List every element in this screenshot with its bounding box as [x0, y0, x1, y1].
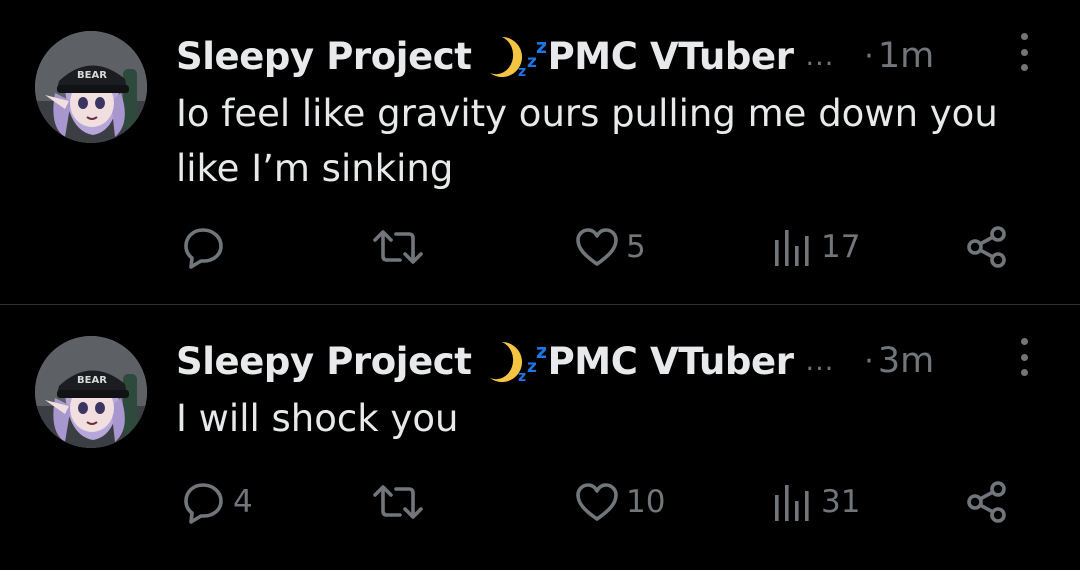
tweet-text: I will shock you — [176, 397, 459, 440]
heart-icon — [576, 228, 618, 266]
reply-bubble-icon — [184, 483, 223, 524]
svg-text:z: z — [536, 339, 546, 363]
svg-text:z: z — [518, 64, 526, 80]
like-button[interactable]: 10 — [574, 477, 665, 527]
cap-logo-text: BEAR — [77, 70, 107, 81]
retweet-icon — [373, 485, 423, 519]
share-icon — [967, 481, 1006, 523]
avatar[interactable]: BEAR — [35, 31, 147, 143]
separator-dot: · — [864, 343, 874, 379]
retweet-button[interactable] — [370, 477, 432, 527]
reply-count: 4 — [233, 484, 253, 520]
display-name-suffix[interactable]: PMC VTuber — [548, 35, 794, 78]
heart-icon — [576, 483, 618, 521]
views-bar-chart-icon — [775, 485, 809, 521]
view-count: 31 — [821, 484, 861, 520]
crescent-moon-zzz-icon: z z z — [486, 31, 546, 81]
like-button[interactable]: 5 — [574, 222, 646, 272]
avatar-image: BEAR — [35, 336, 147, 448]
avatar[interactable]: BEAR — [35, 336, 147, 448]
view-count: 17 — [821, 229, 861, 265]
display-name-suffix[interactable]: PMC VTuber — [548, 340, 794, 383]
views-bar-chart-icon — [775, 230, 809, 266]
share-icon — [967, 226, 1006, 268]
display-name[interactable]: Sleepy Project — [176, 35, 472, 78]
name-truncation: ... — [805, 345, 835, 377]
timeline-feed: BEAR Sleepy Project z z z PMC VTuber ...… — [0, 0, 1080, 570]
tweet-header: Sleepy Project z z z PMC VTuber ... · 3m — [176, 335, 1036, 387]
retweet-button[interactable] — [370, 222, 432, 272]
display-name[interactable]: Sleepy Project — [176, 340, 472, 383]
views-button[interactable]: 17 — [771, 222, 860, 272]
avatar-image: BEAR — [35, 31, 147, 143]
retweet-icon — [373, 230, 423, 264]
reply-button[interactable]: 4 — [181, 477, 253, 527]
like-count: 5 — [626, 229, 646, 265]
tweet-actions: 4 10 31 — [0, 477, 1080, 527]
more-vertical-icon[interactable] — [1012, 30, 1036, 74]
share-button[interactable] — [964, 222, 1010, 272]
reply-bubble-icon — [184, 228, 223, 269]
tweet[interactable]: BEAR Sleepy Project z z z PMC VTuber ...… — [0, 0, 1080, 304]
reply-button[interactable] — [181, 222, 233, 272]
tweet-text: Io feel like gravity ours pulling me dow… — [176, 92, 998, 190]
svg-text:z: z — [518, 369, 526, 385]
tweet-header: Sleepy Project z z z PMC VTuber ... · 1m — [176, 30, 1036, 82]
name-truncation: ... — [805, 40, 835, 72]
tweet[interactable]: BEAR Sleepy Project z z z PMC VTuber ...… — [0, 305, 1080, 570]
cap-logo-text: BEAR — [77, 375, 107, 386]
like-count: 10 — [626, 484, 666, 520]
timestamp[interactable]: 3m — [878, 341, 934, 381]
svg-text:z: z — [536, 34, 546, 58]
separator-dot: · — [864, 38, 874, 74]
tweet-actions: 5 17 — [0, 222, 1080, 272]
share-button[interactable] — [964, 477, 1010, 527]
crescent-moon-zzz-icon: z z z — [486, 336, 546, 386]
views-button[interactable]: 31 — [771, 477, 860, 527]
more-vertical-icon[interactable] — [1012, 335, 1036, 379]
timestamp[interactable]: 1m — [878, 36, 934, 76]
